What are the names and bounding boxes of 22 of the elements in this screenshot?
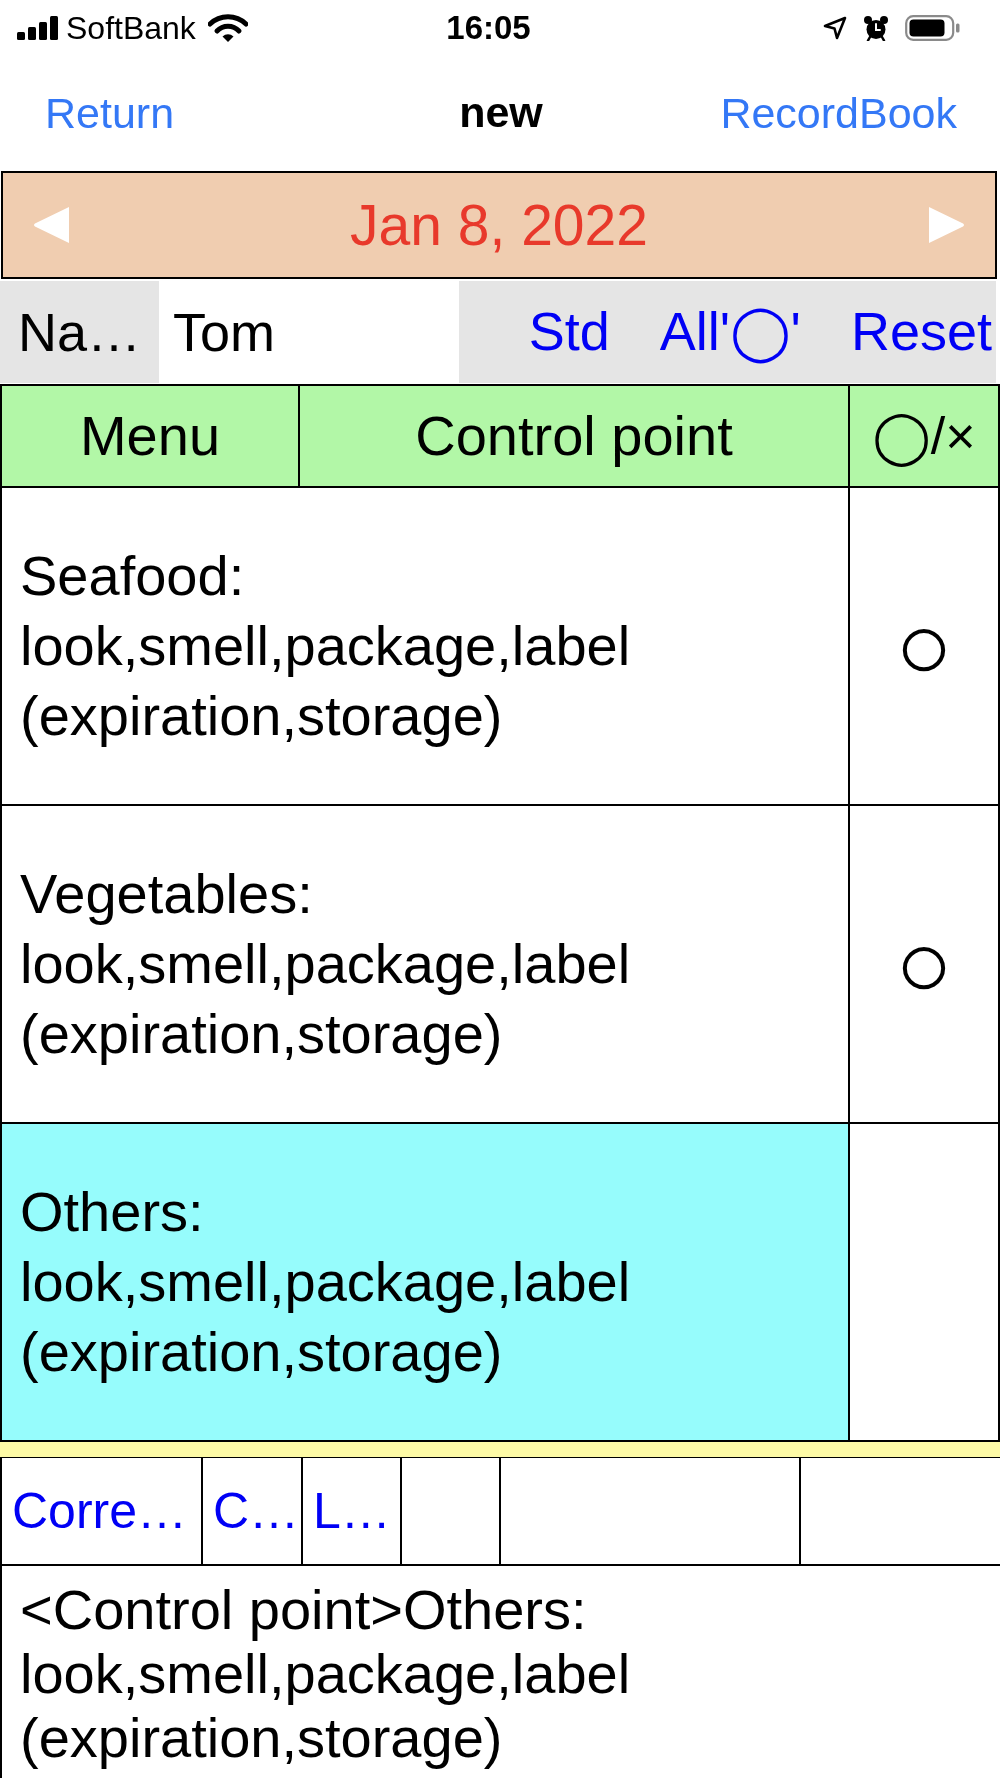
control-point-cell[interactable]: Others: look,smell,package,label (expiration,storage) [2, 1124, 850, 1440]
left-triangle-icon[interactable] [33, 206, 69, 244]
column-header: Control point [300, 386, 850, 486]
signal-icon [17, 16, 58, 40]
back-button[interactable]: Return [45, 91, 175, 135]
record-book-button[interactable]: RecordBook [720, 91, 957, 135]
name-label: Na… [17, 300, 142, 364]
wifi-icon [207, 14, 248, 42]
column-header: Menu [2, 386, 300, 486]
name-field[interactable]: Tom [159, 281, 459, 383]
clock-time: 16:05 [446, 8, 531, 48]
nav-title: new [459, 87, 543, 139]
battery-icon [905, 15, 960, 41]
location-arrow-icon [823, 16, 847, 40]
action-button[interactable]: All'◯' [659, 294, 801, 370]
detail-text: <Control point>Others: look,smell,package,label (expiration,storage) [0, 1566, 1000, 1778]
carrier-name: SoftBank [66, 8, 196, 48]
action-button[interactable]: Std [528, 294, 610, 370]
right-triangle-icon[interactable] [929, 206, 965, 244]
alarm-clock-icon [863, 15, 889, 41]
action-button[interactable]: Reset [850, 294, 992, 370]
column-header: ◯/× [871, 405, 977, 469]
